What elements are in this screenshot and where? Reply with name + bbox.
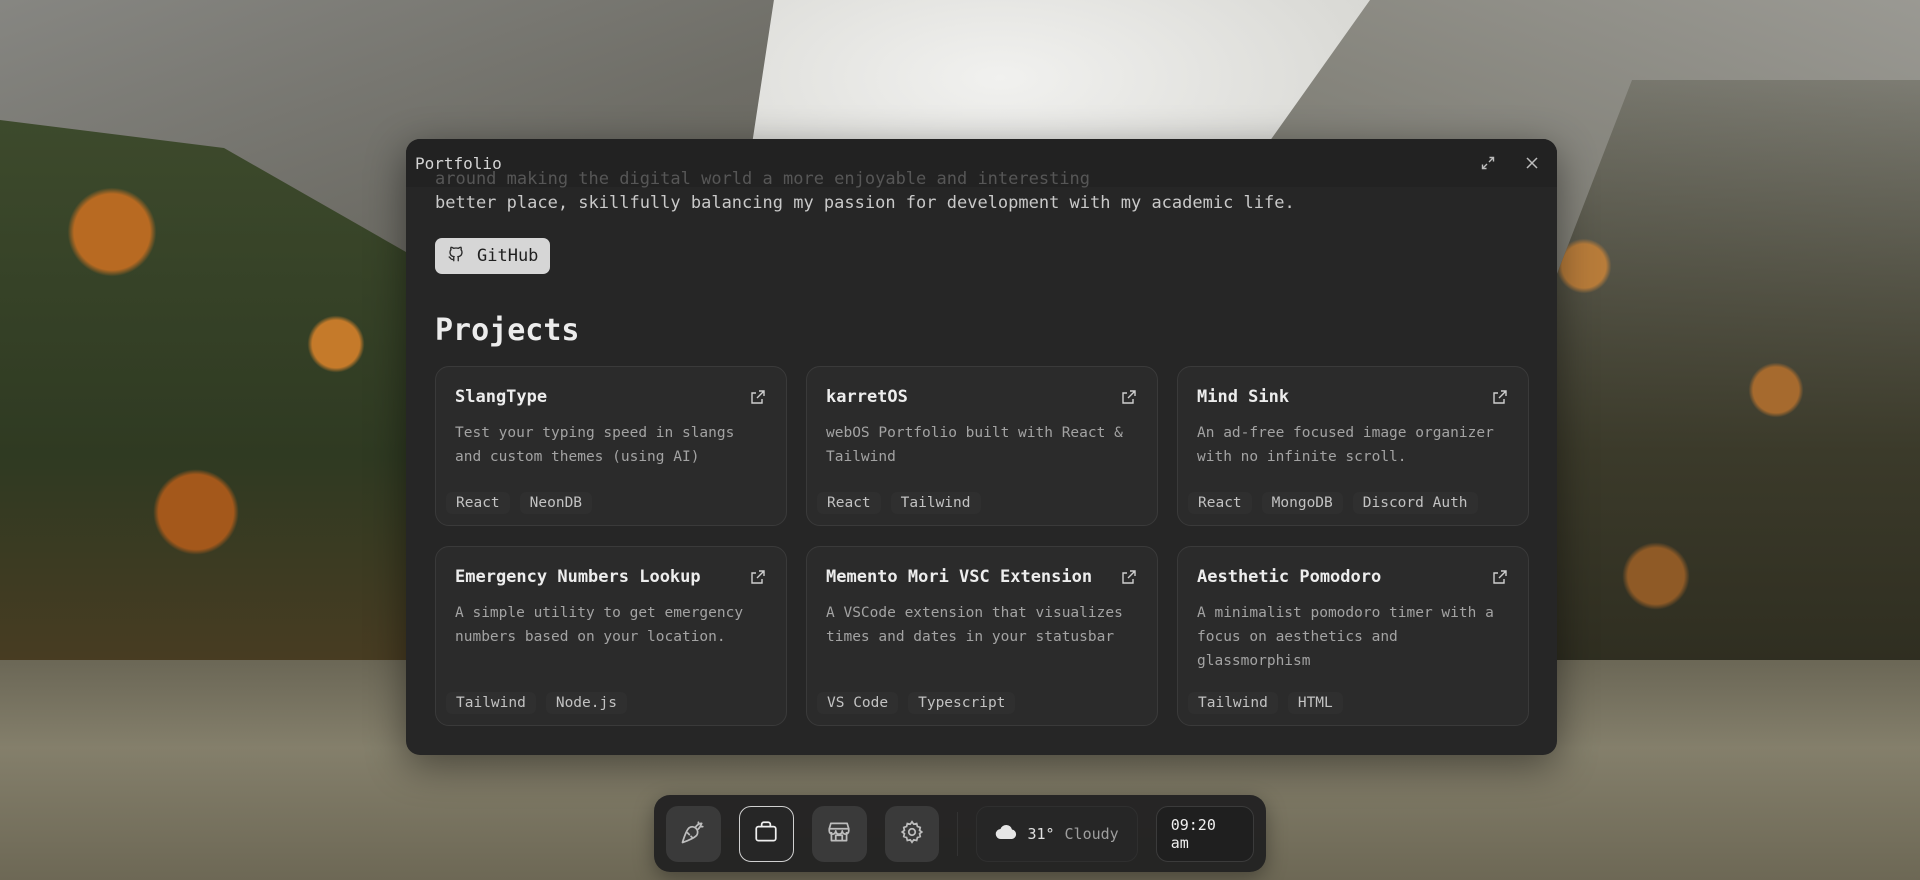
dock-portfolio-button[interactable] [738, 805, 794, 862]
carrot-icon [680, 819, 706, 849]
project-card[interactable]: Aesthetic Pomodoro A minimalist pomodoro… [1177, 546, 1529, 726]
dock-launcher-button[interactable] [666, 805, 721, 862]
clock[interactable]: 09:20 am [1155, 805, 1255, 862]
gear-icon [899, 819, 925, 849]
store-icon [826, 819, 852, 849]
github-label: GitHub [477, 246, 539, 266]
portfolio-window: Portfolio around making the digital worl… [406, 139, 1557, 755]
intro-line-partial: around making the digital world a more e… [435, 169, 1091, 189]
cloud-icon [995, 824, 1017, 844]
project-title: Memento Mori VSC Extension [826, 567, 1093, 587]
weather-temperature: 31° [1027, 824, 1055, 843]
external-link-icon[interactable] [749, 388, 767, 406]
external-link-icon[interactable] [749, 568, 767, 586]
project-tag: Discord Auth [1352, 492, 1478, 514]
project-title: Mind Sink [1197, 387, 1290, 407]
external-link-icon[interactable] [1491, 568, 1509, 586]
project-tag: Tailwind [890, 492, 981, 514]
project-card[interactable]: karretOS webOS Portfolio built with Reac… [806, 366, 1158, 526]
project-title: karretOS [826, 387, 908, 407]
projects-grid: SlangType Test your typing speed in slan… [435, 366, 1529, 726]
projects-heading: Projects [435, 313, 580, 348]
project-tag: React [446, 492, 510, 514]
project-tag: Typescript [908, 692, 1016, 714]
project-tag: MongoDB [1261, 492, 1343, 514]
project-tag: React [817, 492, 881, 514]
project-title: SlangType [455, 387, 548, 407]
external-link-icon[interactable] [1120, 388, 1138, 406]
project-description: A minimalist pomodoro timer with a focus… [1197, 605, 1494, 669]
dock-store-button[interactable] [811, 805, 867, 862]
weather-widget[interactable]: 31° Cloudy [976, 805, 1138, 862]
external-link-icon[interactable] [1491, 388, 1509, 406]
project-tag: Tailwind [446, 692, 536, 714]
project-description: Test your typing speed in slangs and cus… [455, 425, 735, 465]
project-tag: Node.js [545, 692, 627, 714]
intro-line: better place, skillfully balancing my pa… [435, 193, 1295, 213]
weather-condition: Cloudy [1064, 824, 1119, 843]
project-card[interactable]: Emergency Numbers Lookup A simple utilit… [435, 546, 787, 726]
project-tag: React [1188, 492, 1252, 514]
project-tag: Tailwind [1188, 692, 1278, 714]
project-card[interactable]: Mind Sink An ad-free focused image organ… [1177, 366, 1529, 526]
portfolio-content: around making the digital world a more e… [435, 169, 1529, 755]
project-description: webOS Portfolio built with React & Tailw… [826, 425, 1123, 465]
intro-text: around making the digital world a more e… [435, 167, 1295, 215]
close-icon[interactable] [1519, 150, 1545, 176]
project-card[interactable]: SlangType Test your typing speed in slan… [435, 366, 787, 526]
project-description: An ad-free focused image organizer with … [1197, 425, 1494, 465]
project-tag: NeonDB [519, 492, 593, 514]
project-card[interactable]: Memento Mori VSC Extension A VSCode exte… [806, 546, 1158, 726]
github-button[interactable]: GitHub [435, 238, 551, 274]
taskbar-dock: 31° Cloudy 09:20 am [654, 795, 1266, 872]
github-icon [447, 245, 465, 268]
maximize-icon[interactable] [1475, 150, 1501, 176]
project-title: Aesthetic Pomodoro [1197, 567, 1382, 587]
briefcase-icon [753, 819, 779, 849]
project-title: Emergency Numbers Lookup [455, 567, 701, 587]
dock-settings-button[interactable] [884, 805, 940, 862]
project-tag: HTML [1287, 692, 1343, 714]
project-tag: VS Code [817, 692, 899, 714]
dock-separator [957, 811, 959, 856]
project-description: A VSCode extension that visualizes times… [826, 605, 1123, 645]
external-link-icon[interactable] [1120, 568, 1138, 586]
project-description: A simple utility to get emergency number… [455, 605, 744, 645]
